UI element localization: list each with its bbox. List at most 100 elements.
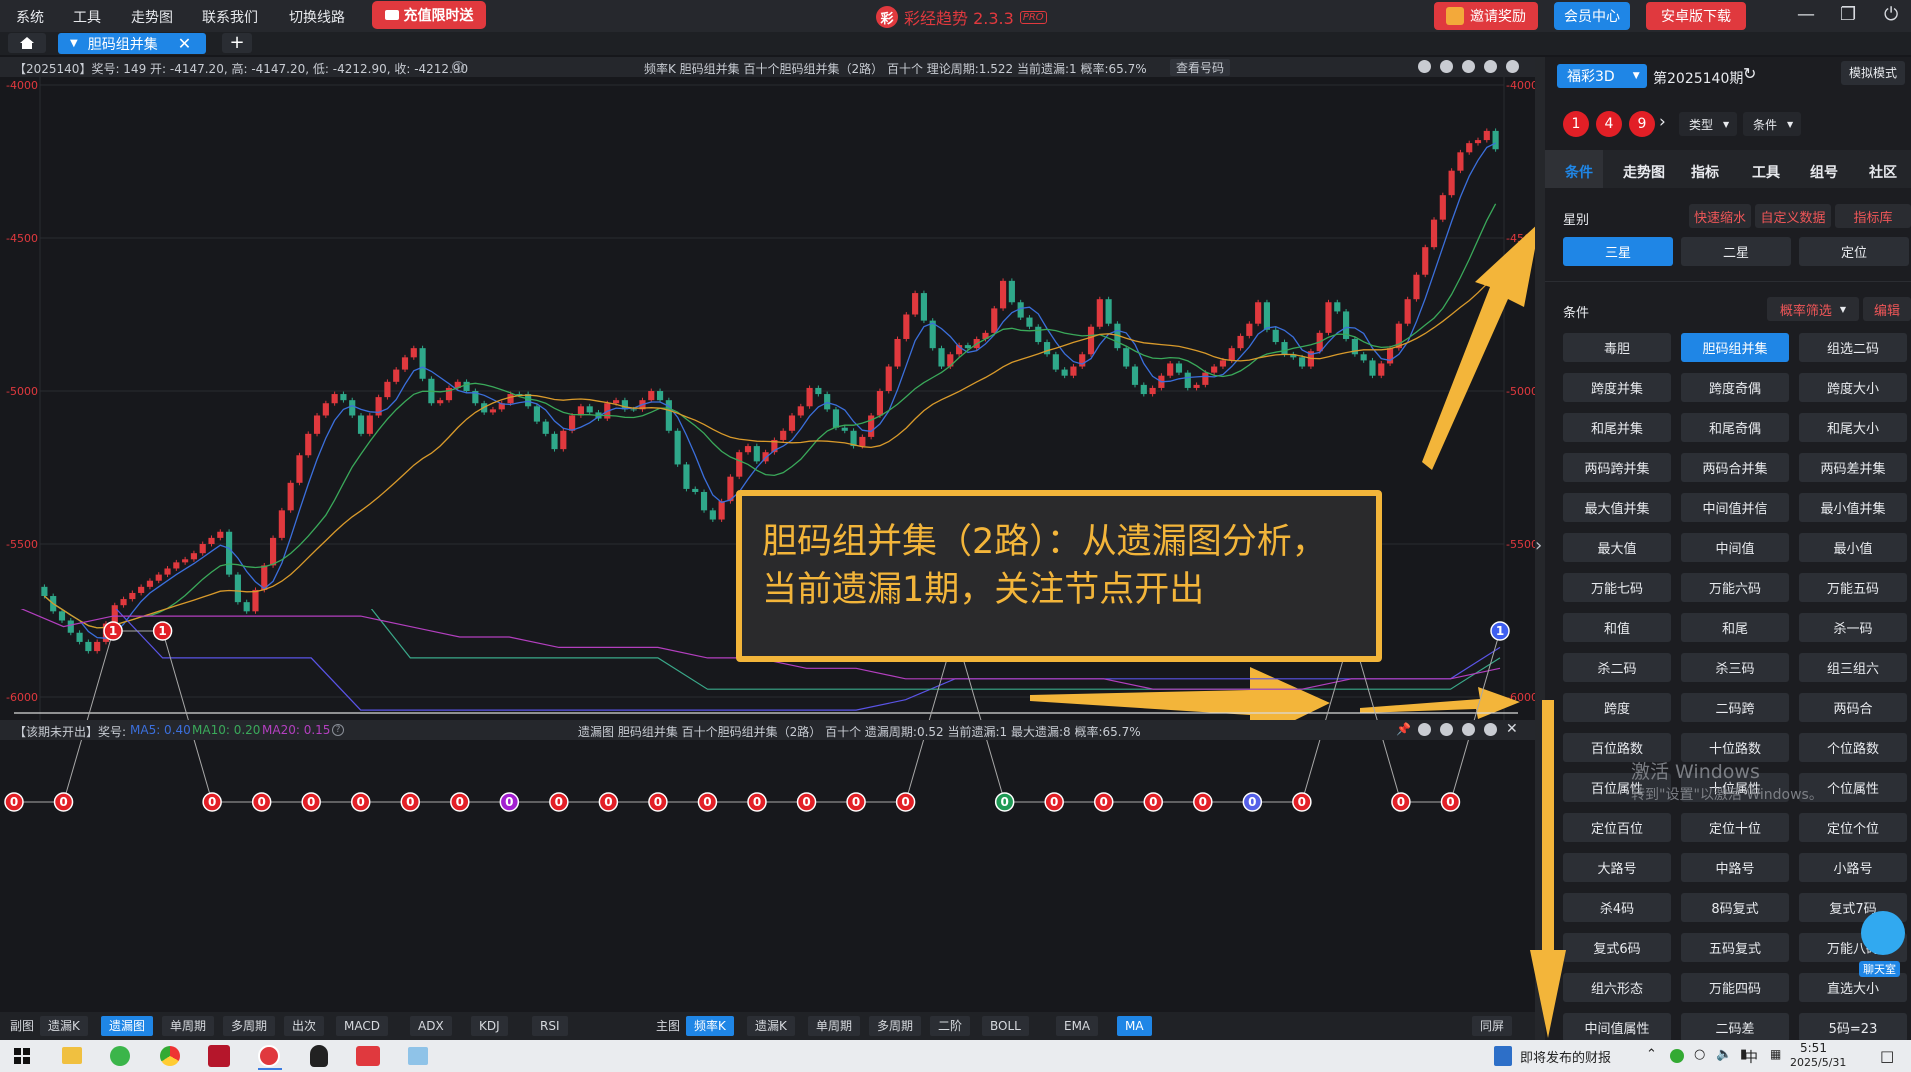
restore-icon[interactable]: ❐ xyxy=(1840,4,1856,25)
condition-btn-51[interactable]: 中间值属性 xyxy=(1563,1013,1671,1042)
menu-switch-line[interactable]: 切换线路 xyxy=(289,7,345,27)
news-icon[interactable] xyxy=(1494,1046,1512,1066)
omission-node[interactable]: 0 xyxy=(994,792,1015,812)
omission-node[interactable]: 0 xyxy=(648,792,668,812)
condition-btn-16[interactable]: 中间值 xyxy=(1681,533,1789,562)
condition-btn-22[interactable]: 和尾 xyxy=(1681,613,1789,642)
clock-time[interactable]: 5:51 xyxy=(1800,1041,1827,1055)
minus-icon[interactable] xyxy=(1418,723,1431,736)
condition-btn-36[interactable]: 定位百位 xyxy=(1563,813,1671,842)
condition-btn-37[interactable]: 定位十位 xyxy=(1681,813,1789,842)
omission-node[interactable]: 1 xyxy=(152,621,173,641)
tab-community[interactable]: 社区 xyxy=(1869,162,1897,182)
settings-icon[interactable] xyxy=(1418,60,1431,73)
mainchart-btn-4[interactable]: 二阶 xyxy=(930,1016,971,1036)
omission-node[interactable]: 0 xyxy=(1391,792,1411,812)
condition-btn-10[interactable]: 两码合并集 xyxy=(1681,453,1789,482)
star-three-button[interactable]: 三星 xyxy=(1563,237,1673,266)
omission-node[interactable]: 1 xyxy=(1490,621,1510,641)
refresh-icon[interactable]: ↻ xyxy=(1743,64,1756,83)
chat-bubble-icon[interactable] xyxy=(1861,911,1905,955)
custom-data-link[interactable]: 自定义数据 xyxy=(1755,204,1831,228)
chevron-right-icon[interactable]: › xyxy=(1659,112,1666,132)
add-tab-button[interactable]: + xyxy=(222,33,252,53)
network-icon[interactable]: ○ xyxy=(1694,1047,1705,1062)
tab-indicators[interactable]: 指标 xyxy=(1691,162,1719,182)
volume-icon[interactable]: 🔈 xyxy=(1716,1047,1732,1062)
omission-node[interactable]: 1 xyxy=(103,621,123,641)
condition-btn-52[interactable]: 二码差 xyxy=(1681,1013,1789,1042)
omission-node[interactable]: 0 xyxy=(1044,792,1064,812)
subchart-btn-5[interactable]: MACD xyxy=(336,1016,388,1036)
subchart-btn-7[interactable]: KDJ xyxy=(471,1016,508,1036)
notification-icon[interactable]: □ xyxy=(1880,1047,1894,1065)
omission-node[interactable]: 0 xyxy=(1143,792,1164,812)
condition-btn-43[interactable]: 8码复式 xyxy=(1681,893,1789,922)
close-tab-icon[interactable]: ✕ xyxy=(178,34,191,53)
condition-btn-19[interactable]: 万能六码 xyxy=(1681,573,1789,602)
omission-node[interactable]: 0 xyxy=(400,792,421,812)
tab-active[interactable]: ▼ 胆码组并集 ✕ xyxy=(58,33,206,54)
omission-node[interactable]: 0 xyxy=(846,792,866,812)
subchart-btn-8[interactable]: RSI xyxy=(532,1016,568,1036)
menu-system[interactable]: 系统 xyxy=(16,7,44,27)
condition-btn-25[interactable]: 杀三码 xyxy=(1681,653,1789,682)
omission-node[interactable]: 0 xyxy=(796,792,817,812)
chrome-icon[interactable] xyxy=(160,1046,180,1066)
subchart-btn-0[interactable]: 遗漏K xyxy=(40,1016,88,1036)
condition-btn-7[interactable]: 和尾奇偶 xyxy=(1681,413,1789,442)
chevron-right-icon[interactable]: › xyxy=(1535,535,1542,556)
condition-btn-18[interactable]: 万能七码 xyxy=(1563,573,1671,602)
condition-btn-41[interactable]: 小路号 xyxy=(1799,853,1907,882)
condition-dropdown[interactable]: 条件 ▼ xyxy=(1743,112,1801,136)
mainchart-btn-0[interactable]: 频率K xyxy=(686,1016,734,1036)
condition-btn-46[interactable]: 五码复式 xyxy=(1681,933,1789,962)
mainchart-btn-7[interactable]: MA xyxy=(1117,1016,1152,1036)
pin-icon[interactable]: 📌 xyxy=(1396,722,1411,736)
tab-trend[interactable]: 走势图 xyxy=(1623,162,1665,182)
minimize-icon[interactable]: — xyxy=(1797,4,1815,25)
windows-start-icon[interactable] xyxy=(14,1048,30,1064)
omission-node[interactable]: 0 xyxy=(549,792,569,812)
condition-btn-29[interactable]: 两码合 xyxy=(1799,693,1907,722)
omission-chart[interactable]: 0011000000000000000100000001001 xyxy=(0,609,1535,1012)
power-icon[interactable]: ⏻ xyxy=(1884,4,1898,25)
condition-btn-28[interactable]: 二码跨 xyxy=(1681,693,1789,722)
star-two-button[interactable]: 二星 xyxy=(1681,237,1791,266)
member-center-button[interactable]: 会员中心 xyxy=(1554,2,1630,30)
omission-node[interactable]: 0 xyxy=(301,792,321,812)
omission-node[interactable]: 0 xyxy=(895,792,916,812)
mainchart-btn-1[interactable]: 遗漏K xyxy=(747,1016,795,1036)
wechat-icon[interactable] xyxy=(110,1046,130,1066)
chat-room-label[interactable]: 聊天室 xyxy=(1859,961,1900,977)
condition-btn-3[interactable]: 跨度并集 xyxy=(1563,373,1671,402)
subchart-btn-1[interactable]: 遗漏图 xyxy=(101,1016,154,1036)
condition-btn-5[interactable]: 跨度大小 xyxy=(1799,373,1907,402)
condition-btn-38[interactable]: 定位个位 xyxy=(1799,813,1907,842)
omission-node[interactable]: 0 xyxy=(499,792,520,812)
condition-btn-24[interactable]: 杀二码 xyxy=(1563,653,1671,682)
omission-node[interactable]: 0 xyxy=(53,792,74,812)
condition-btn-45[interactable]: 复式6码 xyxy=(1563,933,1671,962)
condition-btn-8[interactable]: 和尾大小 xyxy=(1799,413,1907,442)
view-numbers-button[interactable]: 查看号码 xyxy=(1170,59,1231,76)
probability-filter-dropdown[interactable]: 概率筛选 ▼ xyxy=(1767,297,1859,321)
condition-btn-39[interactable]: 大路号 xyxy=(1563,853,1671,882)
omission-node[interactable]: 0 xyxy=(4,792,24,812)
settings-icon[interactable] xyxy=(1484,723,1497,736)
help-icon[interactable]: ? xyxy=(452,61,464,73)
subchart-btn-6[interactable]: ADX xyxy=(410,1016,452,1036)
qq-icon[interactable] xyxy=(310,1045,328,1067)
omission-node[interactable]: 0 xyxy=(697,792,718,812)
lottery-select[interactable]: 福彩3D ▼ xyxy=(1557,64,1647,88)
condition-btn-53[interactable]: 5码=23 xyxy=(1799,1013,1907,1042)
arrow-down-icon[interactable] xyxy=(1484,60,1497,73)
recharge-button[interactable]: 充值限时送 xyxy=(372,1,486,29)
condition-btn-48[interactable]: 组六形态 xyxy=(1563,973,1671,1002)
omission-node[interactable]: 0 xyxy=(202,792,222,812)
condition-btn-9[interactable]: 两码跨并集 xyxy=(1563,453,1671,482)
simulate-mode-button[interactable]: 模拟模式 xyxy=(1841,61,1906,85)
tab-tools[interactable]: 工具 xyxy=(1752,162,1780,182)
omission-node[interactable]: 0 xyxy=(1292,792,1312,812)
condition-btn-4[interactable]: 跨度奇偶 xyxy=(1681,373,1789,402)
